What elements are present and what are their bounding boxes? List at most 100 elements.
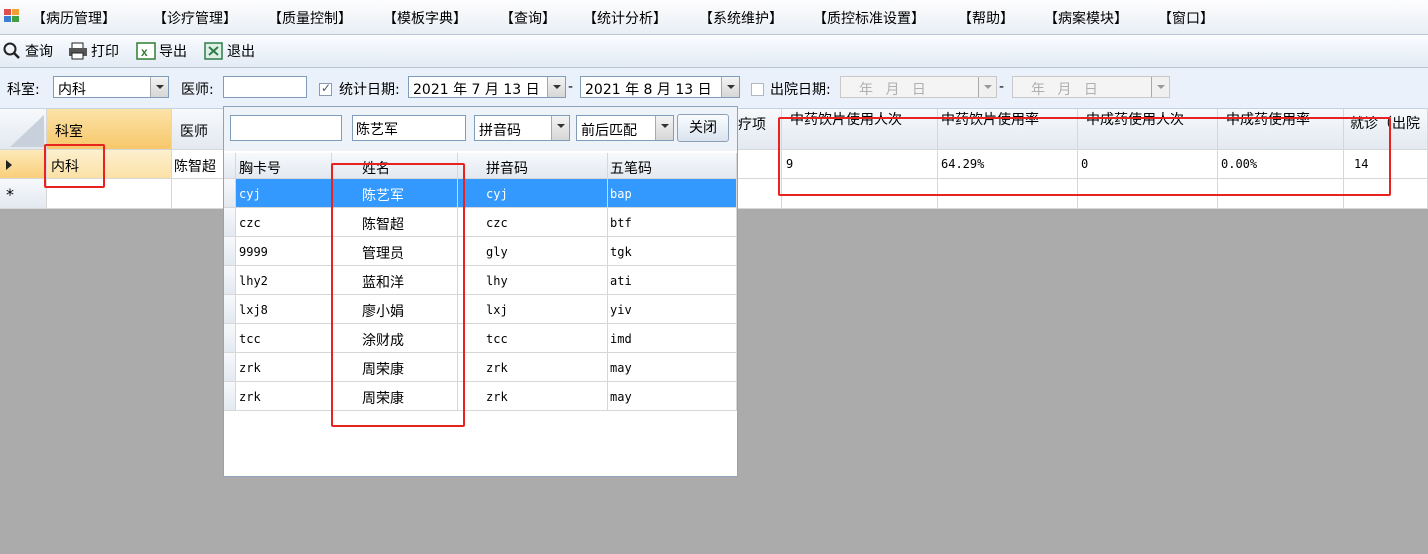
cell-dept[interactable]: 内科 bbox=[47, 150, 172, 179]
col-header-doctor[interactable]: 医师 bbox=[172, 109, 224, 150]
grid-corner[interactable] bbox=[0, 109, 47, 150]
menu-case-module[interactable]: 【病案模块】 bbox=[1044, 8, 1128, 28]
menu-statistics[interactable]: 【统计分析】 bbox=[583, 8, 667, 28]
chevron-down-icon[interactable] bbox=[1151, 77, 1169, 97]
popup-cell-card-no[interactable]: lxj8 bbox=[236, 295, 332, 324]
new-row-cell[interactable] bbox=[782, 179, 938, 209]
popup-row-header[interactable] bbox=[224, 295, 236, 324]
col-header-patent-rate[interactable]: 中成药使用率 bbox=[1218, 109, 1344, 150]
popup-cell-wubi[interactable]: may bbox=[608, 382, 737, 411]
menu-template-dict[interactable]: 【模板字典】 bbox=[383, 8, 467, 28]
menu-medical-records[interactable]: 【病历管理】 bbox=[32, 8, 116, 28]
new-row-cell[interactable] bbox=[47, 179, 172, 209]
popup-row-header[interactable] bbox=[224, 353, 236, 382]
new-row-cell[interactable] bbox=[938, 179, 1078, 209]
popup-cell-card-no[interactable]: cyj bbox=[236, 179, 332, 208]
doctor-input[interactable] bbox=[223, 76, 307, 98]
stat-date-from-picker[interactable]: 2021 年 7 月 13 日 bbox=[408, 76, 566, 98]
cell-herb-persons[interactable]: 9 bbox=[782, 150, 938, 179]
new-row-cell[interactable] bbox=[1344, 179, 1428, 209]
popup-cell-card-no[interactable]: czc bbox=[236, 208, 332, 237]
popup-row-header[interactable] bbox=[224, 179, 236, 208]
popup-cell-pinyin[interactable]: zrk bbox=[458, 353, 608, 382]
menu-quality-control[interactable]: 【质量控制】 bbox=[268, 8, 352, 28]
popup-row-header[interactable] bbox=[224, 266, 236, 295]
popup-cell-pinyin[interactable]: tcc bbox=[458, 324, 608, 353]
menu-diagnosis[interactable]: 【诊疗管理】 bbox=[153, 8, 237, 28]
popup-cell-name[interactable]: 周荣康 bbox=[332, 382, 458, 411]
popup-cell-pinyin[interactable]: gly bbox=[458, 237, 608, 266]
popup-cell-pinyin[interactable]: zrk bbox=[458, 382, 608, 411]
popup-cell-name[interactable]: 廖小娟 bbox=[332, 295, 458, 324]
popup-cell-pinyin[interactable]: cyj bbox=[458, 179, 608, 208]
popup-row-header[interactable] bbox=[224, 208, 236, 237]
cell-doctor[interactable]: 陈智超 bbox=[172, 150, 224, 179]
menu-help[interactable]: 【帮助】 bbox=[958, 8, 1014, 28]
popup-col-header-wubi[interactable]: 五笔码 bbox=[608, 153, 737, 179]
query-button[interactable]: 查询 bbox=[2, 41, 53, 61]
menu-system-maintenance[interactable]: 【系统维护】 bbox=[699, 8, 783, 28]
popup-cell-wubi[interactable]: may bbox=[608, 353, 737, 382]
popup-cell-wubi[interactable]: bap bbox=[608, 179, 737, 208]
chevron-down-icon[interactable] bbox=[655, 116, 673, 140]
chevron-down-icon[interactable] bbox=[978, 77, 996, 97]
popup-row-header[interactable] bbox=[224, 237, 236, 266]
discharge-date-from-picker[interactable]: 年 月 日 bbox=[840, 76, 997, 98]
popup-col-header-card-no[interactable]: 胸卡号 bbox=[236, 153, 332, 179]
col-header-herb-persons[interactable]: 中药饮片使用人次 bbox=[782, 109, 938, 150]
exit-button[interactable]: 退出 bbox=[204, 41, 255, 61]
discharge-date-to-picker[interactable]: 年 月 日 bbox=[1012, 76, 1170, 98]
new-row-cell[interactable] bbox=[1078, 179, 1218, 209]
col-header-visits[interactable]: 就诊（出院 bbox=[1344, 109, 1428, 150]
popup-cell-card-no[interactable]: 9999 bbox=[236, 237, 332, 266]
popup-close-button[interactable]: 关闭 bbox=[677, 114, 729, 142]
popup-search-input[interactable]: 陈艺军 bbox=[352, 115, 466, 141]
stat-date-to-picker[interactable]: 2021 年 8 月 13 日 bbox=[580, 76, 740, 98]
popup-cell-pinyin[interactable]: czc bbox=[458, 208, 608, 237]
popup-cell-wubi[interactable]: btf bbox=[608, 208, 737, 237]
new-row-cell[interactable] bbox=[738, 179, 782, 209]
cell-visits[interactable]: 14 bbox=[1344, 150, 1428, 179]
popup-cell-name[interactable]: 陈艺军 bbox=[332, 179, 458, 208]
popup-col-header-pinyin[interactable]: 拼音码 bbox=[458, 153, 608, 179]
menu-query[interactable]: 【查询】 bbox=[500, 8, 556, 28]
col-header-herb-rate[interactable]: 中药饮片使用率 bbox=[938, 109, 1078, 150]
popup-row-header[interactable] bbox=[224, 324, 236, 353]
popup-cell-wubi[interactable]: ati bbox=[608, 266, 737, 295]
popup-mode-select[interactable]: 拼音码 bbox=[474, 115, 570, 141]
popup-match-select[interactable]: 前后匹配 bbox=[576, 115, 674, 141]
menu-window[interactable]: 【窗口】 bbox=[1158, 8, 1214, 28]
popup-cell-name[interactable]: 涂财成 bbox=[332, 324, 458, 353]
chevron-down-icon[interactable] bbox=[551, 116, 569, 140]
chevron-down-icon[interactable] bbox=[547, 77, 565, 97]
chevron-down-icon[interactable] bbox=[721, 77, 739, 97]
cell-patent-persons[interactable]: 0 bbox=[1078, 150, 1218, 179]
cell-herb-rate[interactable]: 64.29% bbox=[938, 150, 1078, 179]
row-header-selected[interactable] bbox=[0, 150, 47, 179]
col-header-therapy[interactable]: 疗项 bbox=[738, 109, 782, 150]
popup-blank-input[interactable] bbox=[230, 115, 342, 141]
chevron-down-icon[interactable] bbox=[150, 77, 168, 97]
popup-cell-pinyin[interactable]: lxj bbox=[458, 295, 608, 324]
popup-cell-card-no[interactable]: lhy2 bbox=[236, 266, 332, 295]
popup-cell-name[interactable]: 管理员 bbox=[332, 237, 458, 266]
popup-cell-card-no[interactable]: tcc bbox=[236, 324, 332, 353]
dept-select[interactable]: 内科 bbox=[53, 76, 169, 98]
new-row-marker[interactable]: * bbox=[0, 179, 47, 209]
cell-patent-rate[interactable]: 0.00% bbox=[1218, 150, 1344, 179]
popup-cell-card-no[interactable]: zrk bbox=[236, 353, 332, 382]
stat-date-checkbox[interactable] bbox=[319, 81, 332, 96]
discharge-date-checkbox[interactable] bbox=[751, 83, 764, 96]
popup-cell-pinyin[interactable]: lhy bbox=[458, 266, 608, 295]
popup-cell-wubi[interactable]: yiv bbox=[608, 295, 737, 324]
popup-row-header[interactable] bbox=[224, 382, 236, 411]
export-button[interactable]: x 导出 bbox=[136, 41, 187, 61]
cell-therapy[interactable] bbox=[738, 150, 782, 179]
popup-cell-wubi[interactable]: tgk bbox=[608, 237, 737, 266]
col-header-dept[interactable]: 科室 bbox=[47, 109, 172, 150]
col-header-patent-persons[interactable]: 中成药使用人次 bbox=[1078, 109, 1218, 150]
popup-cell-name[interactable]: 周荣康 bbox=[332, 353, 458, 382]
popup-cell-card-no[interactable]: zrk bbox=[236, 382, 332, 411]
print-button[interactable]: 打印 bbox=[68, 41, 119, 61]
new-row-cell[interactable] bbox=[172, 179, 224, 209]
